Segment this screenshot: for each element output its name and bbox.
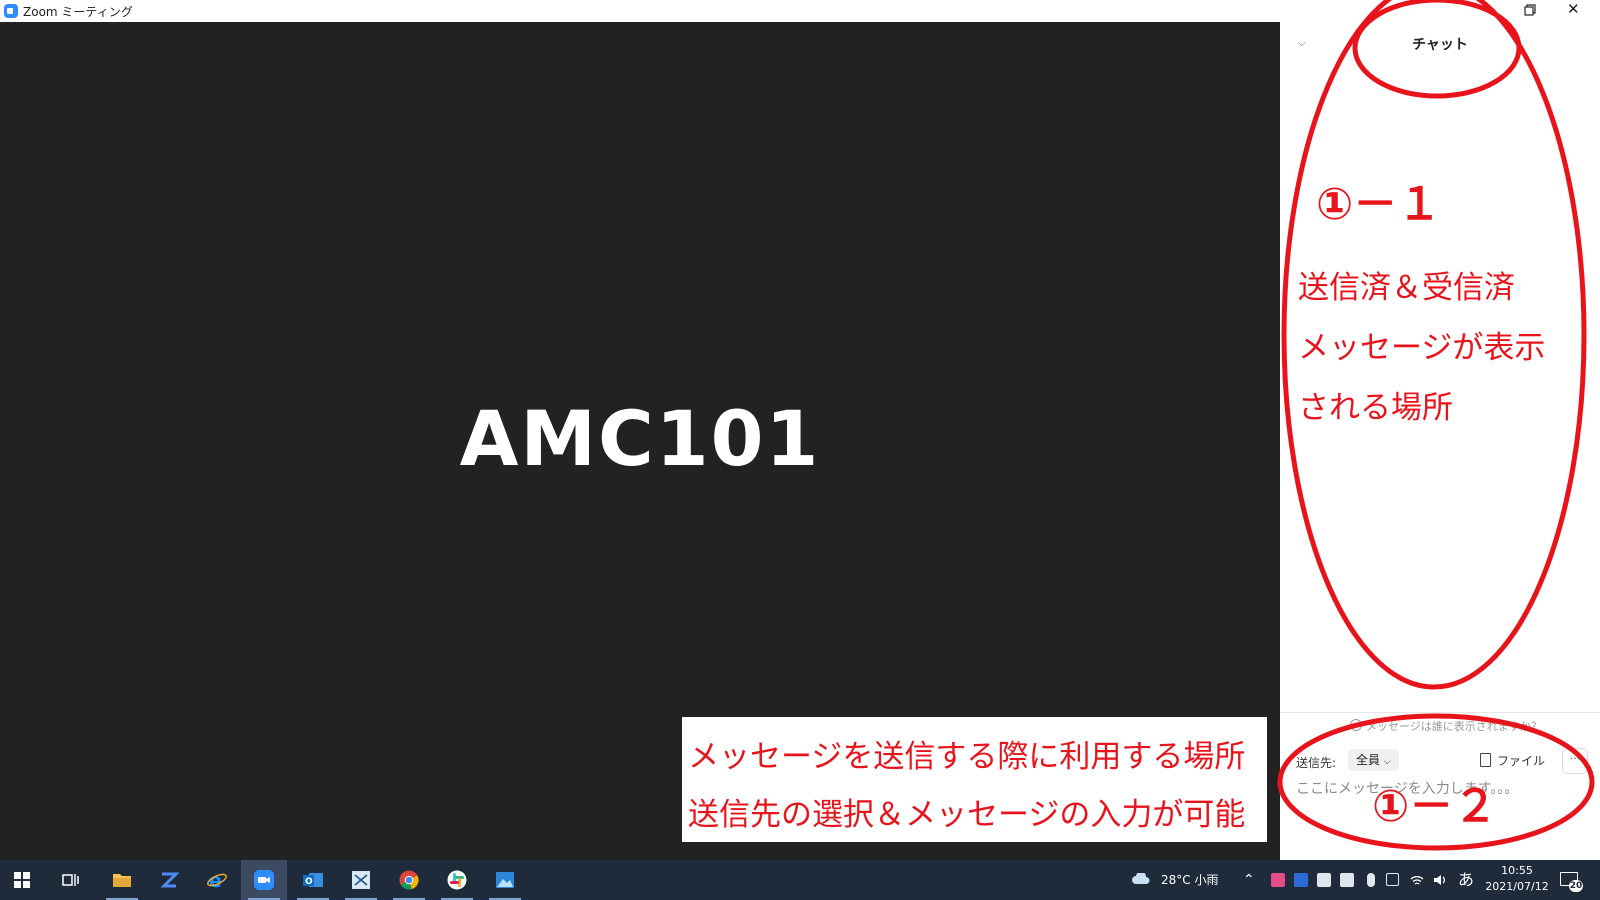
panel-annotation-line: される場所 bbox=[1298, 390, 1453, 426]
chat-title: チャット bbox=[1412, 37, 1468, 53]
compose-annotation-line: 送信先の選択＆メッセージの入力が可能 bbox=[688, 797, 1246, 833]
panel-annotation-line: 送信済＆受信済 bbox=[1298, 270, 1515, 306]
close-icon[interactable]: ✕ bbox=[1567, 0, 1580, 18]
taskbar-photos[interactable] bbox=[482, 860, 528, 900]
chrome-icon bbox=[399, 870, 419, 890]
weather-text[interactable]: 28°C 小雨 bbox=[1161, 860, 1218, 900]
taskbar-zoom[interactable] bbox=[241, 860, 287, 900]
taskbar-z-app[interactable] bbox=[146, 860, 192, 900]
compose-annotation-line: メッセージを送信する際に利用する場所 bbox=[688, 739, 1246, 775]
recipient-value: 全員 bbox=[1356, 753, 1381, 767]
taskbar-outlook[interactable]: O bbox=[290, 860, 336, 900]
clock[interactable]: 10:55 2021/07/12 bbox=[1482, 863, 1552, 895]
compose-annotation-number: ①－２ bbox=[1372, 781, 1498, 832]
chevron-down-icon: ⌵ bbox=[1383, 757, 1391, 767]
taskbar: e O 28°C 小雨 ⌃ あ 10:55 2021/07/12 20 bbox=[0, 860, 1600, 900]
windows-logo-icon bbox=[14, 872, 30, 888]
taskbar-file-explorer[interactable] bbox=[99, 860, 145, 900]
recipient-dropdown[interactable]: 全員 ⌵ bbox=[1348, 749, 1399, 771]
taskbar-chrome[interactable] bbox=[386, 860, 432, 900]
panel-annotation-number: ①－１ bbox=[1316, 179, 1442, 230]
svg-text:e: e bbox=[209, 870, 222, 890]
cloud-rain-icon[interactable] bbox=[1131, 873, 1151, 887]
wifi-icon[interactable] bbox=[1410, 873, 1424, 887]
speaker-icon[interactable] bbox=[1433, 873, 1447, 887]
taskbar-internet-explorer[interactable]: e bbox=[194, 860, 240, 900]
compose-divider bbox=[1280, 712, 1600, 713]
popout-window-icon[interactable] bbox=[1522, 2, 1538, 18]
task-view-button[interactable] bbox=[48, 860, 94, 900]
title-bar: Zoom ミーティング bbox=[0, 0, 1280, 22]
taskbar-slack[interactable] bbox=[434, 860, 480, 900]
tray-app-icon[interactable] bbox=[1271, 873, 1285, 887]
task-view-icon bbox=[62, 874, 79, 886]
clock-time: 10:55 bbox=[1501, 864, 1533, 877]
file-label: ファイル bbox=[1497, 754, 1546, 768]
slack-icon bbox=[447, 870, 467, 890]
tray-app-icon[interactable] bbox=[1317, 873, 1331, 887]
more-options-button[interactable]: ··· bbox=[1562, 748, 1588, 774]
meeting-name: AMC101 bbox=[459, 394, 821, 483]
file-button[interactable]: ファイル bbox=[1480, 752, 1545, 769]
tray-app-icon[interactable] bbox=[1294, 873, 1308, 887]
folder-icon bbox=[113, 874, 131, 887]
meeting-video-area: AMC101 メッセージを送信する際に利用する場所 送信先の選択＆メッセージの入… bbox=[0, 22, 1280, 860]
compose-annotation-box: メッセージを送信する際に利用する場所 送信先の選択＆メッセージの入力が可能 bbox=[682, 717, 1267, 842]
microphone-icon[interactable] bbox=[1367, 873, 1375, 887]
file-icon bbox=[1480, 753, 1491, 767]
visibility-hint[interactable]: メッセージは誰に表示されますか？ bbox=[1350, 718, 1542, 734]
taskbar-snipping-app[interactable] bbox=[338, 860, 384, 900]
z-app-icon bbox=[160, 872, 179, 888]
ime-indicator[interactable]: あ bbox=[1458, 860, 1474, 900]
outlook-icon: O bbox=[303, 873, 323, 887]
chevron-up-icon[interactable]: ⌃ bbox=[1243, 860, 1255, 900]
svg-text:O: O bbox=[305, 877, 313, 887]
scissors-app-icon bbox=[352, 871, 370, 889]
panel-annotation-line: メッセージが表示 bbox=[1298, 330, 1546, 366]
chat-panel: ⌵ チャット ✕ ①－１ 送信済＆受信済 メッセージが表示 される場所 メッセー… bbox=[1280, 0, 1600, 860]
zoom-icon bbox=[254, 870, 274, 890]
window-title: Zoom ミーティング bbox=[23, 5, 133, 19]
battery-icon[interactable] bbox=[1340, 873, 1354, 887]
notification-button[interactable]: 20 bbox=[1557, 868, 1583, 892]
notification-count: 20 bbox=[1569, 880, 1583, 892]
internet-explorer-icon: e bbox=[207, 870, 227, 890]
visibility-hint-text: メッセージは誰に表示されますか？ bbox=[1366, 720, 1542, 733]
person-icon bbox=[1350, 719, 1362, 731]
start-button[interactable] bbox=[0, 860, 46, 900]
recipient-label: 送信先: bbox=[1296, 756, 1337, 770]
photos-icon bbox=[496, 872, 514, 888]
clock-date: 2021/07/12 bbox=[1485, 880, 1549, 893]
tray-app-icon[interactable] bbox=[1386, 873, 1399, 886]
zoom-app-icon bbox=[4, 4, 18, 18]
